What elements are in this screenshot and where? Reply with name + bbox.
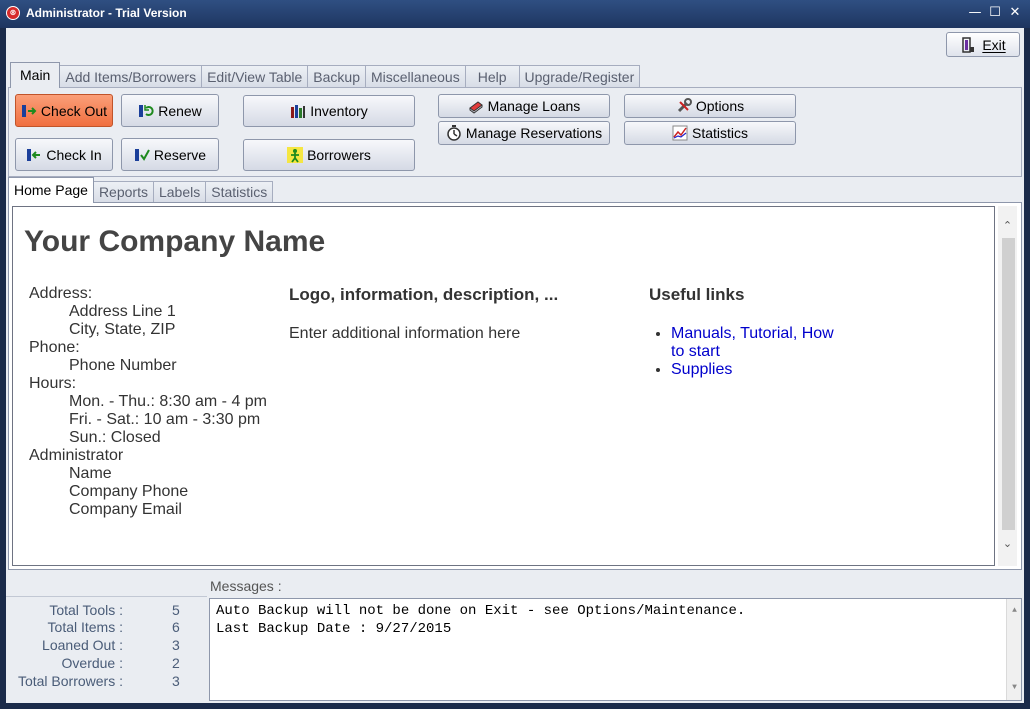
- renew-icon: [138, 103, 154, 119]
- renew-button[interactable]: Renew: [121, 94, 219, 127]
- statistics-chart-icon: [672, 125, 688, 141]
- exit-label: Exit: [982, 36, 1006, 53]
- status-area: Messages : Total Tools : 5 Total Items :…: [6, 574, 1024, 703]
- info-heading: Logo, information, description, ...: [289, 285, 559, 304]
- administrator-label: Administrator: [29, 447, 124, 464]
- messages-label: Messages :: [210, 578, 282, 594]
- tab-reports[interactable]: Reports: [92, 181, 154, 203]
- check-in-button[interactable]: Check In: [15, 138, 113, 171]
- tab-home-page[interactable]: Home Page: [8, 177, 94, 203]
- company-name: Your Company Name: [24, 225, 326, 258]
- admin-company-phone: Company Phone: [69, 483, 189, 500]
- tab-help[interactable]: Help: [464, 65, 520, 88]
- tab-statistics[interactable]: Statistics: [205, 181, 274, 203]
- main-window: Exit Main Add Items/Borrowers Edit/View …: [6, 28, 1024, 703]
- window-title: Administrator - Trial Version: [26, 6, 187, 20]
- stat-total-tools: Total Tools : 5: [49, 602, 180, 618]
- admin-company-email: Company Email: [69, 501, 182, 518]
- inventory-button[interactable]: Inventory: [243, 95, 415, 127]
- tab-main[interactable]: Main: [10, 62, 61, 88]
- reserve-button[interactable]: Reserve: [121, 138, 219, 171]
- useful-links-section: Useful links Manuals, Tutorial, How to s…: [649, 285, 851, 379]
- stats-panel: Total Tools : 5 Total Items : 6 Loaned O…: [6, 596, 207, 703]
- address-label: Address:: [29, 285, 93, 302]
- phone-number: Phone Number: [69, 357, 177, 374]
- content-tabs: Home Page Reports Labels Statistics: [8, 177, 274, 203]
- scroll-down-icon[interactable]: ⌄: [998, 534, 1017, 554]
- borrower-person-icon: [287, 147, 304, 163]
- tab-backup[interactable]: Backup: [307, 65, 366, 88]
- useful-links-heading: Useful links: [649, 285, 745, 304]
- title-bar: ⊗ Administrator - Trial Version — ☐ ✕: [0, 0, 1030, 28]
- stopwatch-icon: [446, 125, 462, 141]
- close-icon[interactable]: ✕: [1006, 4, 1024, 22]
- info-section: Logo, information, description, ... Ente…: [289, 285, 558, 343]
- main-menu-tabs: Main Add Items/Borrowers Edit/View Table…: [10, 62, 641, 88]
- minimize-icon[interactable]: —: [966, 4, 984, 22]
- manage-loans-icon: [468, 98, 484, 114]
- message-line: Last Backup Date : 9/27/2015: [216, 621, 452, 637]
- toolbar-panel: Check Out Check In Renew Reserve Invento…: [8, 87, 1022, 177]
- borrowers-button[interactable]: Borrowers: [243, 139, 415, 171]
- hours-sun: Sun.: Closed: [69, 429, 161, 446]
- tab-add-items-borrowers[interactable]: Add Items/Borrowers: [59, 65, 203, 88]
- scroll-up-icon[interactable]: ⌃: [998, 216, 1017, 236]
- stat-loaned-out: Loaned Out : 3: [42, 637, 180, 653]
- check-out-icon: [21, 103, 37, 119]
- check-in-icon: [26, 147, 42, 163]
- address-line: Address Line 1: [69, 303, 176, 320]
- useful-links-list: Manuals, Tutorial, How to start Supplies: [671, 325, 851, 379]
- messages-box[interactable]: Auto Backup will not be done on Exit - s…: [209, 598, 1022, 701]
- home-page-scrollbar[interactable]: ⌃ ⌄: [998, 206, 1017, 566]
- tab-labels[interactable]: Labels: [152, 181, 207, 203]
- scroll-thumb[interactable]: [1002, 238, 1015, 530]
- statistics-button[interactable]: Statistics: [624, 121, 796, 145]
- hours-fri-sat: Fri. - Sat.: 10 am - 3:30 pm: [69, 411, 261, 428]
- app-icon: ⊗: [6, 6, 20, 20]
- tab-edit-view-table[interactable]: Edit/View Table: [201, 65, 309, 88]
- link-supplies[interactable]: Supplies: [671, 361, 732, 378]
- link-manuals-tutorial[interactable]: Manuals, Tutorial, How to start: [671, 325, 834, 360]
- tab-upgrade-register[interactable]: Upgrade/Register: [518, 65, 641, 88]
- messages-scrollbar[interactable]: ▲ ▼: [1006, 599, 1021, 700]
- exit-door-icon: [960, 36, 976, 53]
- list-item: Supplies: [671, 361, 851, 379]
- manage-loans-button[interactable]: Manage Loans: [438, 94, 610, 118]
- options-tools-icon: [676, 98, 692, 114]
- exit-button[interactable]: Exit: [946, 32, 1020, 57]
- hours-label: Hours:: [29, 375, 77, 392]
- hours-mon-thu: Mon. - Thu.: 8:30 am - 4 pm: [69, 393, 268, 410]
- scroll-down-icon[interactable]: ▼: [1007, 679, 1022, 697]
- check-out-button[interactable]: Check Out: [15, 94, 113, 127]
- reserve-icon: [134, 147, 150, 163]
- scroll-up-icon[interactable]: ▲: [1007, 602, 1022, 620]
- info-text: Enter additional information here: [289, 325, 521, 342]
- stat-total-borrowers: Total Borrowers : 3: [17, 673, 180, 689]
- inventory-books-icon: [290, 103, 306, 119]
- options-button[interactable]: Options: [624, 94, 796, 118]
- message-line: Auto Backup will not be done on Exit - s…: [216, 603, 746, 619]
- list-item: Manuals, Tutorial, How to start: [671, 325, 851, 361]
- tab-miscellaneous[interactable]: Miscellaneous: [365, 65, 466, 88]
- maximize-icon[interactable]: ☐: [986, 4, 1004, 22]
- home-page-content: Your Company Name Address: Address Line …: [12, 206, 995, 566]
- contact-info: Address: Address Line 1 City, State, ZIP…: [29, 285, 267, 519]
- admin-name: Name: [69, 465, 112, 482]
- phone-label: Phone:: [29, 339, 80, 356]
- city-state-zip: City, State, ZIP: [69, 321, 176, 338]
- stat-overdue: Overdue : 2: [61, 655, 180, 671]
- stat-total-items: Total Items : 6: [47, 619, 180, 635]
- manage-reservations-button[interactable]: Manage Reservations: [438, 121, 610, 145]
- home-page-panel: Your Company Name Address: Address Line …: [8, 202, 1022, 570]
